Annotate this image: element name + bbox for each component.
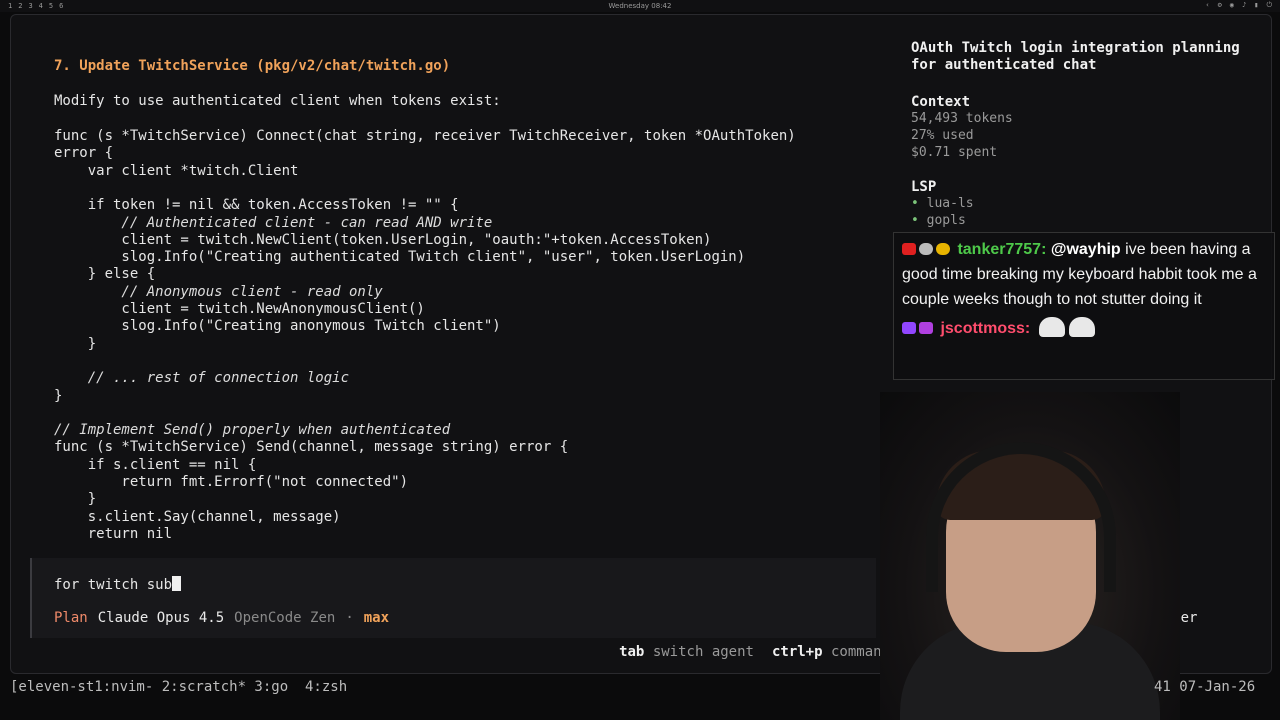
sub-badge-icon: [919, 322, 933, 334]
youtube-badge-icon: [902, 243, 916, 255]
hint-key: tab: [619, 644, 645, 660]
clock: Wednesday 08:42: [608, 2, 672, 10]
context-tokens: 54,493 tokens: [911, 111, 1013, 126]
code-line: } else {: [54, 266, 156, 283]
context-cost: $0.71 spent: [911, 145, 998, 160]
volume-icon[interactable]: ♪: [1242, 1, 1246, 10]
code-line: var client *twitch.Client: [54, 162, 299, 179]
context-percent-used: 27% used: [911, 128, 974, 143]
effort-level[interactable]: max: [364, 610, 389, 626]
separator: ·: [345, 610, 354, 626]
code-line: slog.Info("Creating authenticated Twitch…: [54, 249, 746, 266]
text-cursor: [172, 576, 182, 591]
tmux-clock: 41 07-Jan-26: [1154, 679, 1256, 695]
agent-mode[interactable]: Plan: [54, 610, 88, 626]
globe-badge-icon: [919, 243, 933, 255]
code-line: return fmt.Errorf("not connected"): [54, 474, 409, 490]
code-line: }: [54, 387, 63, 404]
session-title: OAuth Twitch login integration planning …: [911, 40, 1240, 73]
code-line: }: [54, 491, 97, 508]
emote-icon: [1068, 317, 1095, 337]
chat-username: jscottmoss: [940, 320, 1025, 337]
context-heading: Context: [911, 94, 971, 110]
stream-chat-overlay: tanker7757: @wayhip ive been having a go…: [893, 232, 1275, 380]
chat-mention: @wayhip: [1050, 241, 1121, 258]
plan-step-intro: Modify to use authenticated client when …: [54, 93, 501, 109]
hint-key: ctrl+p: [771, 644, 823, 660]
code-comment-line: // Implement Send() properly when authen…: [54, 422, 451, 439]
code-comment-line: // Anonymous client - read only: [54, 283, 383, 300]
hint-switch-agent[interactable]: tab switch agent: [619, 644, 754, 660]
status-dot-icon: •: [911, 196, 919, 211]
prompt-input[interactable]: for twitch sub: [54, 576, 182, 593]
lsp-heading: LSP: [911, 179, 937, 195]
tmux-window-list[interactable]: [eleven-st1:nvim- 2:scratch* 3:go 4:zsh: [10, 679, 347, 695]
battery-icon[interactable]: ▮: [1254, 1, 1258, 10]
lsp-server-name: lua-ls: [926, 196, 974, 211]
twitch-badge-icon: [902, 322, 916, 334]
hint-command[interactable]: ctrl+p command: [772, 644, 890, 660]
webcam-overlay: [880, 392, 1180, 720]
chat-username: tanker7757: [957, 241, 1042, 258]
keyboard-hints: tab switch agent ctrl+p command: [619, 644, 890, 660]
code-line: }: [54, 335, 97, 352]
chat-message: tanker7757: @wayhip ive been having a go…: [902, 237, 1266, 312]
chat-colon: :: [1041, 241, 1047, 258]
code-line: return nil: [54, 525, 173, 542]
left-arrow-icon[interactable]: ‹: [1205, 1, 1209, 10]
lsp-server-item: • gopls: [911, 212, 966, 230]
model-name[interactable]: Claude Opus 4.5: [98, 610, 224, 626]
plan-step-heading: 7. Update TwitchService (pkg/v2/chat/twi…: [54, 58, 451, 74]
code-line: func (s *TwitchService) Connect(chat str…: [54, 128, 796, 144]
gear-icon[interactable]: ⚙: [1218, 1, 1222, 10]
power-icon[interactable]: ⏻: [1266, 1, 1272, 10]
code-line: if s.client == nil {: [54, 456, 257, 473]
agent-status-line: Plan Claude Opus 4.5 OpenCode Zen · max: [54, 610, 389, 626]
code-line: error {: [54, 145, 114, 162]
chat-message: jscottmoss:: [902, 316, 1266, 341]
code-line: client = twitch.NewClient(token.UserLogi…: [54, 231, 712, 248]
code-line: client = twitch.NewAnonymousClient(): [54, 301, 425, 317]
provider-name: OpenCode Zen: [234, 610, 336, 626]
status-dot-icon: •: [911, 213, 919, 228]
chat-transcript-pane[interactable]: 7. Update TwitchService (pkg/v2/chat/twi…: [20, 22, 890, 670]
network-icon[interactable]: ◉: [1230, 1, 1234, 10]
system-tray: ‹ ⚙ ◉ ♪ ▮ ⏻: [1205, 1, 1272, 10]
code-line: if token != nil && token.AccessToken != …: [54, 197, 459, 214]
code-comment-line: // Authenticated client - can read AND w…: [54, 214, 493, 231]
prompt-input-box[interactable]: [30, 558, 876, 638]
tmux-status-bar: [eleven-st1:nvim- 2:scratch* 3:go 4:zsh …: [0, 678, 1280, 698]
chat-colon: :: [1024, 320, 1031, 337]
hint-desc: switch agent: [652, 644, 754, 660]
emote-icon: [1038, 317, 1065, 337]
gear-badge-icon: [936, 243, 950, 255]
system-top-bar: 1 2 3 4 5 6 Wednesday 08:42 ‹ ⚙ ◉ ♪ ▮ ⏻: [0, 0, 1280, 12]
lsp-server-item: • lua-ls: [911, 195, 974, 213]
prompt-value: for twitch sub: [54, 577, 173, 593]
code-comment-line: // ... rest of connection logic: [54, 370, 350, 387]
code-line: slog.Info("Creating anonymous Twitch cli…: [54, 318, 501, 335]
code-line: s.client.Say(channel, message): [54, 508, 341, 525]
lsp-server-name: gopls: [926, 213, 966, 228]
code-line: func (s *TwitchService) Send(channel, me…: [54, 439, 569, 456]
